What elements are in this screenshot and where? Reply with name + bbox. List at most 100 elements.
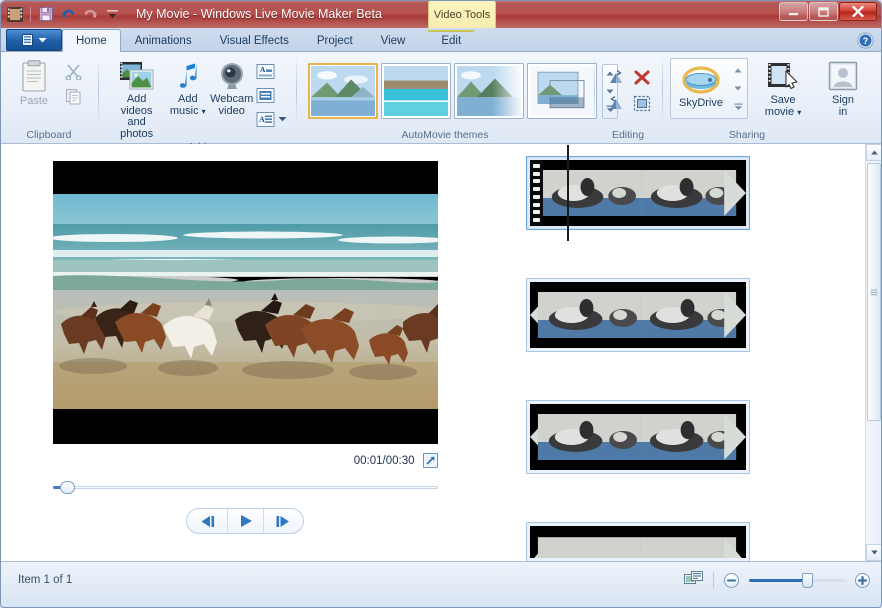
music-note-icon — [174, 60, 202, 92]
plus-icon — [858, 576, 867, 585]
rotate-right-button[interactable] — [603, 90, 629, 116]
skydrive-scroll-up-button[interactable] — [731, 62, 745, 79]
previous-frame-button[interactable] — [191, 509, 227, 533]
status-bar: Item 1 of 1 — [0, 562, 882, 598]
zoom-out-button[interactable] — [724, 573, 739, 588]
rotate-right-icon — [607, 95, 625, 112]
credits-icon: A — [256, 111, 275, 128]
fullscreen-button[interactable] — [423, 453, 438, 468]
cut-button[interactable] — [62, 60, 84, 82]
group-label-clipboard: Clipboard — [0, 127, 98, 143]
next-frame-button[interactable] — [263, 509, 299, 533]
theme-default[interactable] — [381, 63, 451, 119]
group-label-editing: Editing — [594, 127, 662, 143]
tab-label: Home — [76, 35, 107, 47]
add-videos-photos-icon — [119, 60, 155, 92]
scissors-icon — [65, 63, 82, 80]
next-frame-icon — [272, 515, 292, 528]
sign-in-button[interactable]: Sign in — [820, 58, 866, 119]
caption-button[interactable] — [255, 84, 277, 106]
zoom-slider[interactable] — [749, 573, 845, 587]
customize-qat-icon[interactable] — [102, 4, 122, 24]
theme-thumbnail — [457, 66, 521, 116]
zoom-in-button[interactable] — [855, 573, 870, 588]
minimize-button[interactable] — [779, 2, 808, 21]
maximize-button[interactable] — [809, 2, 838, 21]
video-image — [53, 194, 438, 409]
window-controls — [779, 2, 877, 21]
storyboard-clip-4[interactable] — [526, 522, 750, 561]
storyboard-clip-2[interactable] — [526, 278, 750, 352]
title-icon: A — [256, 63, 275, 80]
theme-thumbnail — [530, 66, 594, 116]
title-button[interactable]: A — [255, 60, 277, 82]
redo-icon — [80, 4, 100, 24]
play-button[interactable] — [227, 509, 263, 533]
ribbon-group-add: Add videos and photos Add music ▾ — [98, 52, 296, 143]
skydrive-icon — [680, 64, 722, 96]
play-icon — [237, 514, 255, 528]
tab-label: Animations — [135, 35, 192, 47]
paste-button[interactable]: Paste — [8, 57, 60, 109]
skydrive-more-button[interactable] — [731, 98, 745, 115]
undo-icon[interactable] — [58, 4, 78, 24]
add-music-button[interactable]: Add music ▾ — [167, 57, 208, 118]
video-preview[interactable] — [53, 161, 438, 444]
seek-thumb[interactable] — [60, 481, 75, 494]
skydrive-scroll-controls — [731, 62, 745, 115]
storyboard-scroll-down-button[interactable] — [866, 544, 882, 561]
filmstrip-icon[interactable] — [5, 4, 25, 24]
chevron-down-icon — [38, 37, 47, 43]
storyboard-scroll-thumb[interactable] — [867, 163, 881, 421]
zoom-thumb[interactable] — [802, 573, 813, 588]
tab-visual-effects[interactable]: Visual Effects — [206, 30, 303, 51]
copy-button[interactable] — [62, 85, 84, 107]
tab-animations[interactable]: Animations — [121, 30, 206, 51]
skydrive-button[interactable]: SkyDrive — [671, 59, 731, 118]
theme-fade[interactable] — [454, 63, 524, 119]
remove-button[interactable] — [629, 64, 655, 90]
group-label-automovie-themes: AutoMovie themes — [296, 127, 594, 143]
thumbnail-view-button[interactable] — [684, 571, 703, 590]
webcam-video-button[interactable]: Webcam video — [208, 57, 255, 118]
tab-view[interactable]: View — [367, 30, 420, 51]
caption-icon — [256, 87, 275, 104]
save-movie-button[interactable]: Save movie ▾ — [756, 58, 810, 119]
clip-thumbnail — [530, 282, 746, 348]
storyboard-scrollbar[interactable] — [865, 144, 882, 561]
thumbnail-view-icon — [684, 571, 703, 587]
sign-in-label: Sign in — [832, 95, 854, 118]
add-videos-and-photos-button[interactable]: Add videos and photos — [106, 57, 167, 141]
skydrive-scroll-down-button[interactable] — [731, 80, 745, 97]
seek-bar[interactable] — [53, 480, 438, 494]
contextual-tab-header: Video Tools — [428, 0, 496, 28]
ribbon-group-editing: Editing — [594, 52, 662, 143]
remove-x-icon — [633, 69, 651, 86]
movie-maker-window: My Movie - Windows Live Movie Maker Beta… — [0, 0, 882, 608]
storyboard-clip-1[interactable] — [526, 156, 750, 230]
theme-pan-and-zoom[interactable] — [527, 63, 597, 119]
select-all-button[interactable] — [629, 90, 655, 116]
tab-project[interactable]: Project — [303, 30, 367, 51]
title-bar: My Movie - Windows Live Movie Maker Beta… — [0, 0, 882, 28]
help-icon[interactable]: ? — [857, 32, 874, 49]
clip-thumbnail — [530, 404, 746, 470]
storyboard-clip-3[interactable] — [526, 400, 750, 474]
playhead[interactable] — [567, 145, 569, 241]
rotate-left-button[interactable] — [603, 64, 629, 90]
close-button[interactable] — [839, 2, 877, 21]
credits-button[interactable]: A — [255, 108, 289, 130]
storyboard-scroll-up-button[interactable] — [866, 144, 882, 161]
transport-controls — [186, 508, 304, 534]
tab-home[interactable]: Home — [62, 29, 121, 52]
theme-thumbnail — [384, 66, 448, 116]
tab-edit[interactable]: Edit — [427, 30, 475, 51]
ribbon-group-clipboard: Paste — [0, 52, 98, 143]
storyboard-pane — [490, 144, 882, 561]
save-icon[interactable] — [36, 4, 56, 24]
window-title: My Movie - Windows Live Movie Maker Beta — [136, 7, 382, 21]
group-label-sharing: Sharing — [662, 127, 832, 143]
theme-no-theme[interactable] — [308, 63, 378, 119]
file-menu-button[interactable] — [6, 29, 62, 51]
webcam-label: Webcam video — [210, 94, 253, 117]
